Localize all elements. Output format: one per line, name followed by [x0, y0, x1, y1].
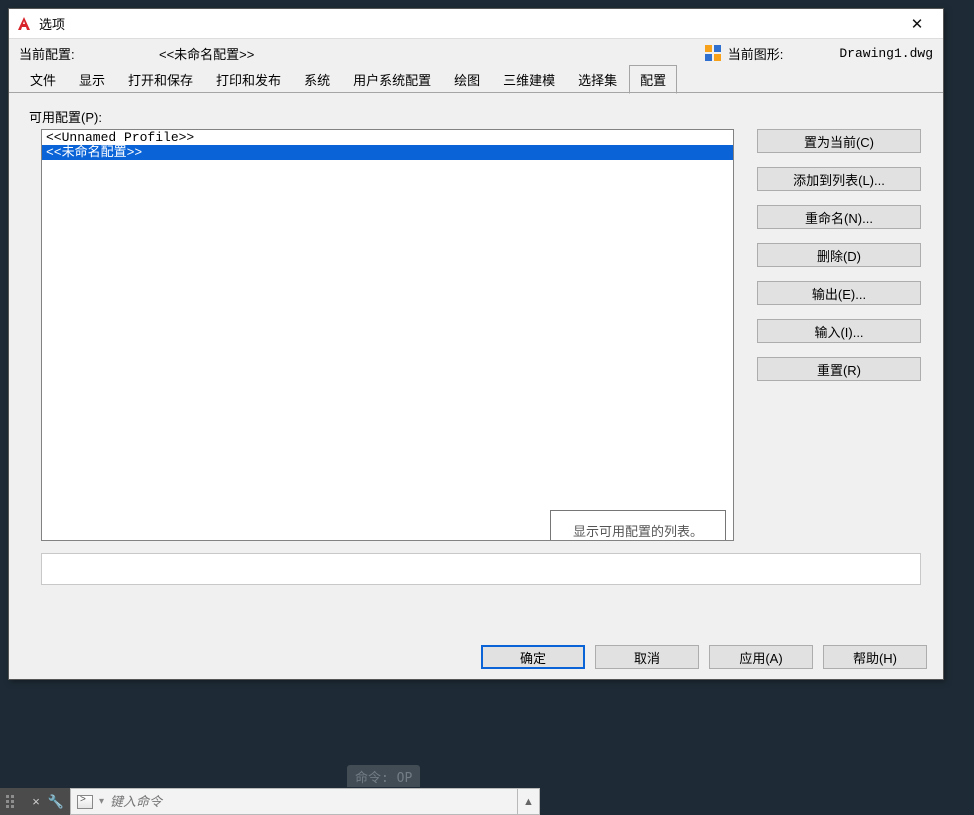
- window-title: 选项: [39, 14, 65, 33]
- tab-selection[interactable]: 选择集: [567, 65, 628, 93]
- wrench-icon[interactable]: 🔧: [48, 794, 64, 810]
- tab-system[interactable]: 系统: [293, 65, 341, 93]
- profiles-listbox[interactable]: <<Unnamed Profile>> <<未命名配置>> 显示可用配置的列表。: [41, 129, 734, 541]
- profiles-panel: 可用配置(P): <<Unnamed Profile>> <<未命名配置>> 显…: [9, 92, 943, 634]
- options-dialog: 选项 ✕ 当前配置: <<未命名配置>> 当前图形: Drawing1.dwg …: [8, 8, 944, 680]
- current-drawing-value: Drawing1.dwg: [839, 46, 933, 61]
- tab-open-save[interactable]: 打开和保存: [117, 65, 204, 93]
- tab-drafting[interactable]: 绘图: [443, 65, 491, 93]
- tab-file[interactable]: 文件: [19, 65, 67, 93]
- command-expand-button[interactable]: ▲: [518, 788, 540, 815]
- cancel-button[interactable]: 取消: [595, 645, 699, 669]
- command-history: 命令: OP: [347, 765, 420, 787]
- dialog-footer: 确定 取消 应用(A) 帮助(H): [9, 635, 943, 679]
- available-profiles-label: 可用配置(P):: [29, 107, 927, 126]
- drawing-icon: [704, 44, 722, 62]
- tab-plot-publish[interactable]: 打印和发布: [205, 65, 292, 93]
- terminal-icon: [77, 795, 93, 809]
- apply-button[interactable]: 应用(A): [709, 645, 813, 669]
- current-config-label: 当前配置:: [19, 44, 159, 63]
- set-current-button[interactable]: 置为当前(C): [757, 129, 921, 153]
- command-input[interactable]: [110, 794, 511, 809]
- config-info-row: 当前配置: <<未命名配置>> 当前图形: Drawing1.dwg: [9, 39, 943, 67]
- tab-3d-modeling[interactable]: 三维建模: [492, 65, 566, 93]
- command-bar: × 🔧 ▾ ▲: [0, 788, 974, 815]
- close-icon[interactable]: ×: [32, 794, 40, 809]
- window-close-button[interactable]: ✕: [897, 12, 937, 36]
- current-drawing-label: 当前图形:: [728, 44, 784, 63]
- tab-user-prefs[interactable]: 用户系统配置: [342, 65, 442, 93]
- current-config-value: <<未命名配置>>: [159, 44, 254, 63]
- titlebar: 选项 ✕: [9, 9, 943, 39]
- command-bar-handle[interactable]: × 🔧: [0, 788, 70, 815]
- profile-row[interactable]: <<Unnamed Profile>>: [42, 130, 733, 145]
- tab-display[interactable]: 显示: [68, 65, 116, 93]
- reset-button[interactable]: 重置(R): [757, 357, 921, 381]
- command-input-wrap[interactable]: ▾: [70, 788, 518, 815]
- profile-side-buttons: 置为当前(C) 添加到列表(L)... 重命名(N)... 删除(D) 输出(E…: [757, 129, 921, 381]
- tabstrip: 文件 显示 打开和保存 打印和发布 系统 用户系统配置 绘图 三维建模 选择集 …: [9, 67, 943, 93]
- tab-profiles[interactable]: 配置: [629, 65, 677, 94]
- export-button[interactable]: 输出(E)...: [757, 281, 921, 305]
- chevron-down-icon[interactable]: ▾: [99, 796, 104, 807]
- rename-button[interactable]: 重命名(N)...: [757, 205, 921, 229]
- ok-button[interactable]: 确定: [481, 645, 585, 669]
- profiles-tooltip: 显示可用配置的列表。: [550, 510, 726, 541]
- description-box: [41, 553, 921, 585]
- help-button[interactable]: 帮助(H): [823, 645, 927, 669]
- grip-icon: [6, 795, 14, 808]
- profile-row[interactable]: <<未命名配置>>: [42, 145, 733, 160]
- add-to-list-button[interactable]: 添加到列表(L)...: [757, 167, 921, 191]
- delete-button[interactable]: 删除(D): [757, 243, 921, 267]
- import-button[interactable]: 输入(I)...: [757, 319, 921, 343]
- autocad-logo-icon: [15, 15, 33, 33]
